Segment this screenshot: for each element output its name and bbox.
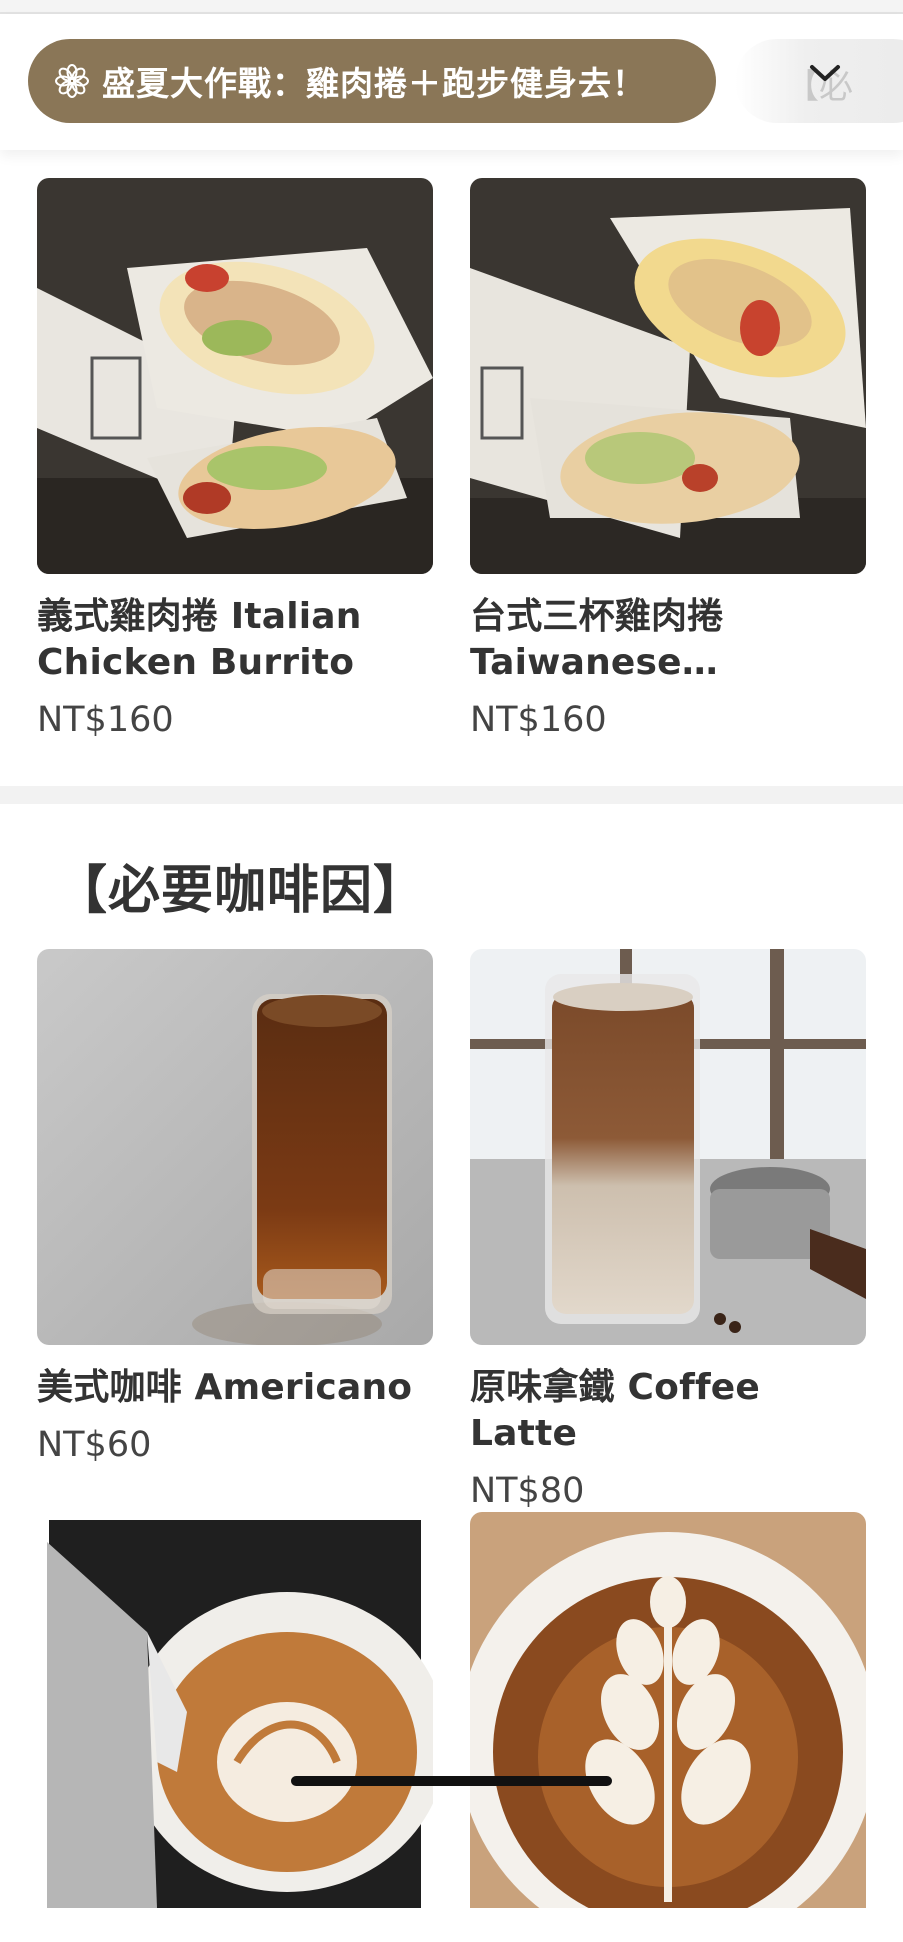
product-card[interactable]: 台式三杯雞肉捲 Taiwanese Chicken… NT$160 <box>470 178 866 740</box>
product-price: NT$160 <box>37 700 174 740</box>
product-photo <box>470 949 866 1345</box>
flower-icon <box>55 64 89 98</box>
product-name: 台式三杯雞肉捲 Taiwanese Chicken… <box>470 596 724 683</box>
product-card[interactable] <box>470 1512 866 1942</box>
product-name: 美式咖啡 Americano <box>37 1367 413 1408</box>
product-photo <box>37 1512 433 1908</box>
product-card[interactable]: 美式咖啡 Americano NT$60 <box>37 949 433 1465</box>
product-photo <box>37 178 433 574</box>
tab-label: 盛夏大作戰：雞肉捲＋跑步健身去！ <box>102 64 646 103</box>
product-photo <box>37 949 433 1345</box>
product-card[interactable]: 義式雞肉捲 Italian Chicken Burrito NT$160 <box>37 178 433 740</box>
product-card[interactable] <box>37 1512 433 1942</box>
product-name: 義式雞肉捲 Italian Chicken Burrito <box>37 596 362 683</box>
product-photo <box>470 178 866 574</box>
home-indicator[interactable] <box>291 1776 612 1786</box>
product-price: NT$60 <box>37 1425 152 1465</box>
tab-summer-campaign[interactable]: 盛夏大作戰：雞肉捲＋跑步健身去！ <box>28 39 716 123</box>
product-price: NT$80 <box>470 1471 585 1511</box>
product-card[interactable]: 原味拿鐵 Coffee Latte NT$80 <box>470 949 866 1511</box>
top-status-strip <box>0 0 903 14</box>
product-name: 原味拿鐵 Coffee Latte <box>470 1367 761 1454</box>
chevron-down-icon[interactable] <box>808 62 842 84</box>
product-photo <box>470 1512 866 1908</box>
product-price: NT$160 <box>470 700 607 740</box>
category-tab-bar: 盛夏大作戰：雞肉捲＋跑步健身去！ 【必 <box>0 14 903 150</box>
section-title: 【必要咖啡因】 <box>55 861 427 921</box>
section-divider <box>0 786 903 804</box>
